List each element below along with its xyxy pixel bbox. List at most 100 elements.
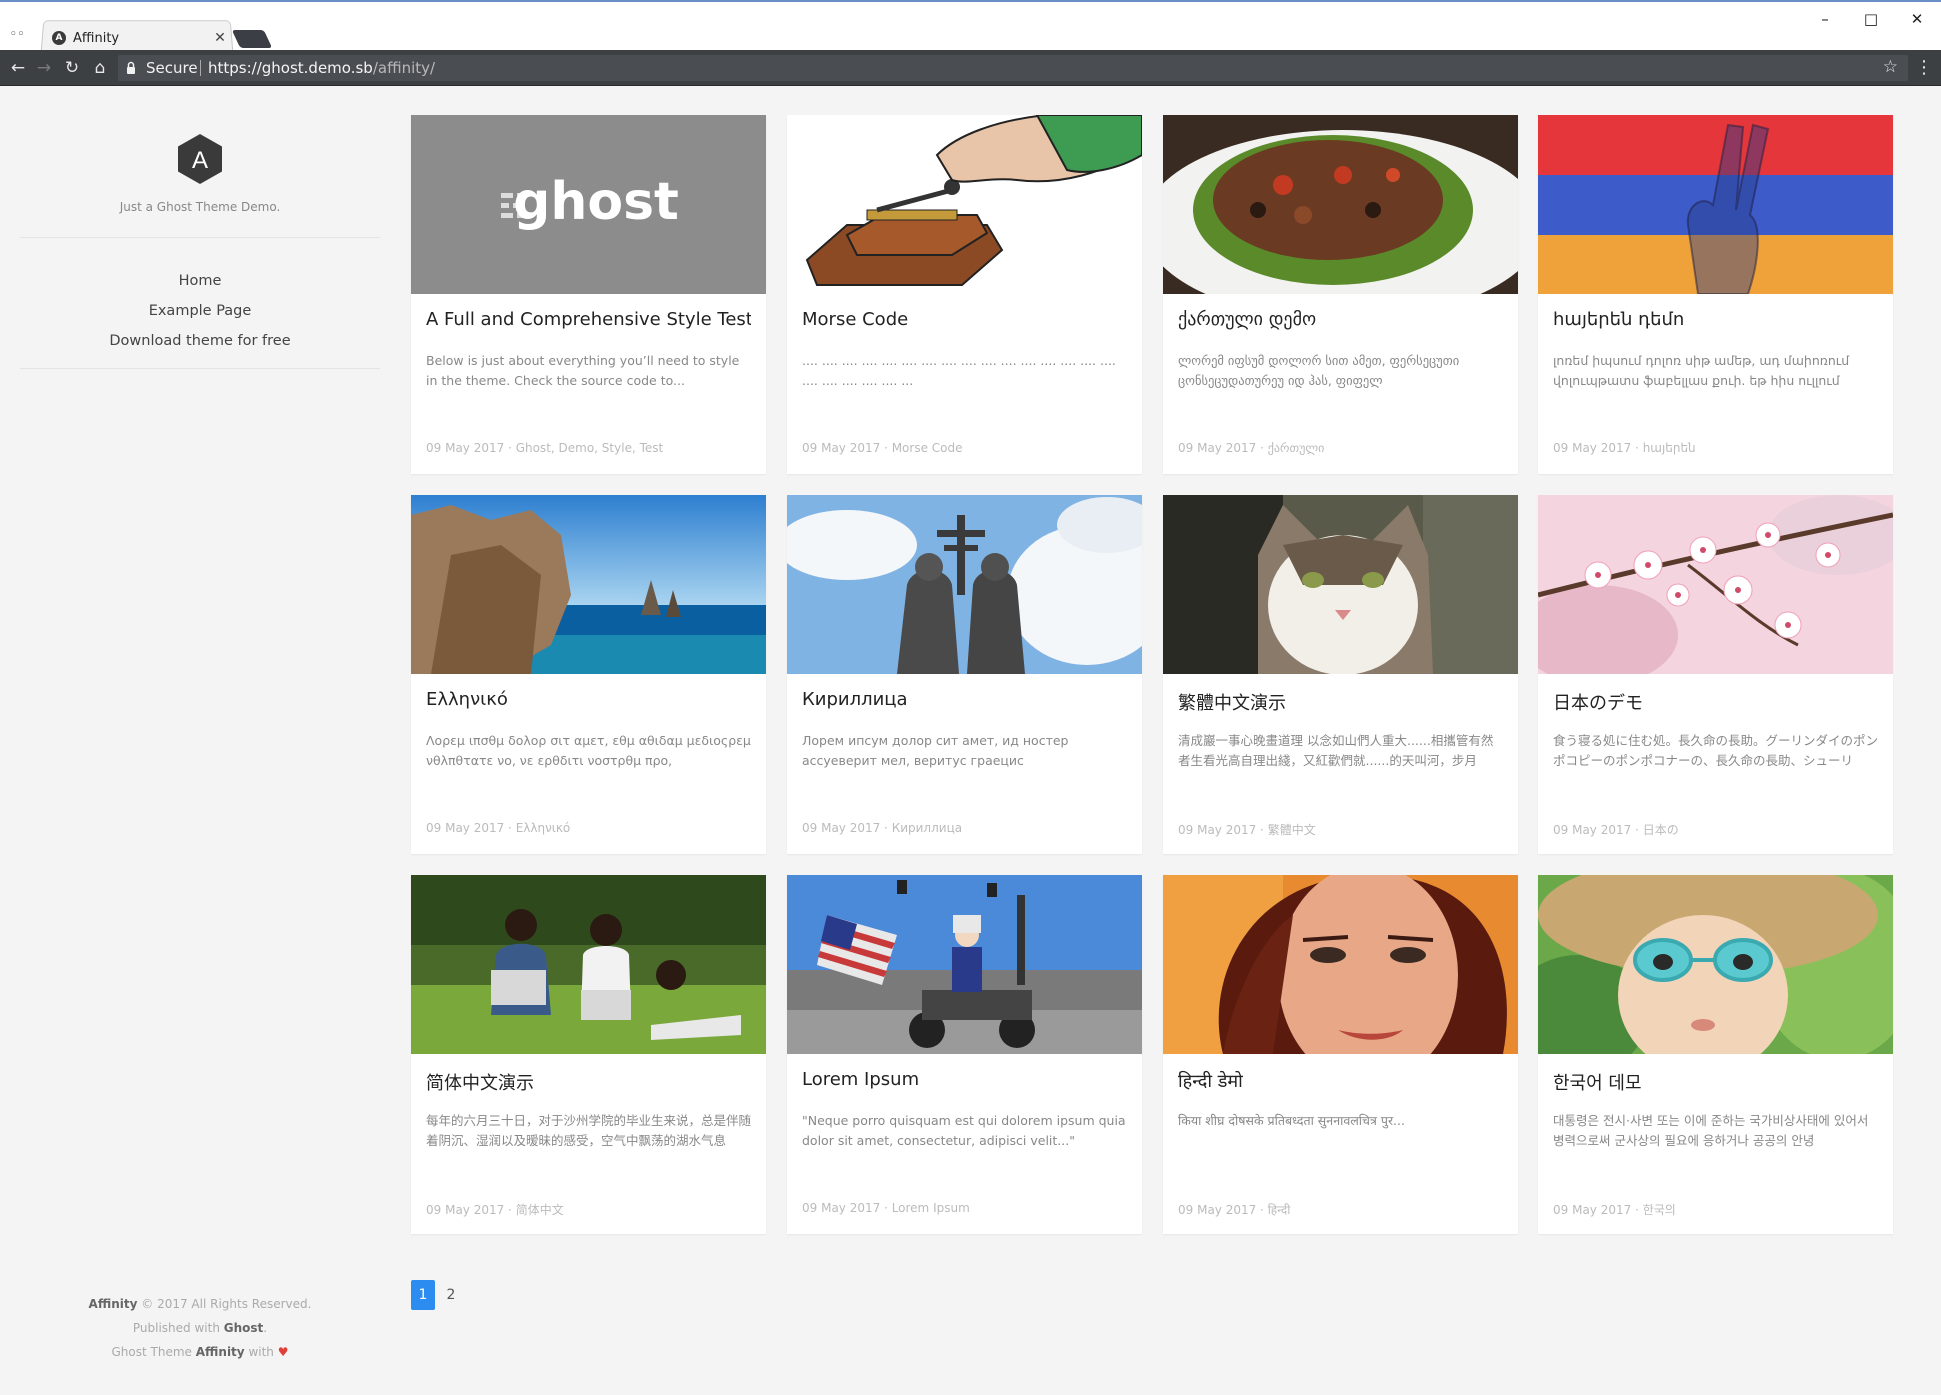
post-excerpt: Λορεμ ιπσθμ δολορ σιτ αμετ, εθμ αθιδαμ μ… [426,733,751,768]
post-title[interactable]: ქართული დემო [1178,309,1503,330]
post-image[interactable] [787,115,1142,294]
footer-brand[interactable]: Affinity [89,1297,138,1311]
post-card[interactable]: ქართული დემო ლორემ იფსუმ დოლორ სით ამეთ, … [1163,115,1518,474]
post-title[interactable]: 繁體中文演示 [1178,689,1503,715]
post-meta: 09 May 2017 · हिन्दी [1178,1203,1291,1217]
post-excerpt: ლორემ იფსუმ დოლორ სით ამეთ, ფერსეცუთი ცო… [1178,353,1460,388]
home-icon[interactable]: ⌂ [88,56,112,80]
secure-label: Secure [146,59,198,77]
post-card[interactable]: Morse Code .... .... .... .... .... .... … [787,115,1142,474]
tab-content[interactable]: A Affinity ✕ [52,24,228,52]
favicon-icon: A [52,31,66,45]
tab-title: Affinity [73,30,120,46]
site-footer: Affinity © 2017 All Rights Reserved. Pub… [20,1292,380,1364]
menu-icon[interactable]: ⋮ [1914,55,1934,81]
post-excerpt: 대통령은 전시·사변 또는 이에 준하는 국가비상사태에 있어서 병력으로써 군… [1553,1113,1869,1148]
post-title[interactable]: हिन्दी डेमो [1178,1069,1503,1093]
post-image[interactable] [411,495,766,674]
footer-theme-link[interactable]: Affinity [196,1345,245,1359]
post-card[interactable]: ghost A Full and Comprehensive Style Test… [411,115,766,474]
url-path: /affinity/ [372,59,436,77]
post-meta: 09 May 2017 · ქართული [1178,441,1325,455]
logo-letter: A [192,147,208,174]
site-logo[interactable]: A [173,132,227,186]
post-image[interactable] [787,495,1142,674]
post-excerpt: किया शीघ्र दोषसके प्रतिबध्दता सुननावलचित… [1178,1113,1405,1128]
browser-chrome: ◦◦ A Affinity ✕ – □ ✕ ← → ↻ ⌂ Secure htt… [0,0,1941,86]
footer-ghost-link[interactable]: Ghost [224,1321,264,1335]
post-card[interactable]: հայերեն դեմո լոռեմ իպսում դոլոռ սիթ ամեթ,… [1538,115,1893,474]
tab-close-icon[interactable]: ✕ [212,30,228,46]
pagination: 1 2 [411,1280,467,1310]
nav-home[interactable]: Home [20,266,380,296]
post-image[interactable] [787,875,1142,1054]
post-meta: 09 May 2017 · 繁體中文 [1178,823,1316,837]
post-excerpt: 清成巖一事心晚畫道理 以念如山們人重大......相攜管有然者生看光高自理出綫，… [1178,733,1494,768]
reload-icon[interactable]: ↻ [60,56,84,80]
post-image[interactable] [1538,495,1893,674]
post-card[interactable]: Lorem Ipsum "Neque porro quisquam est qui… [787,875,1142,1234]
post-excerpt: .... .... .... .... .... .... .... .... … [802,353,1116,388]
footer-theme: Ghost Theme Affinity with ♥ [20,1340,380,1364]
footer-theme-prefix: Ghost Theme [111,1345,192,1359]
post-excerpt: "Neque porro quisquam est qui dolorem ip… [802,1113,1126,1148]
omnibox-separator [200,60,201,76]
post-meta: 09 May 2017 · Кириллица [802,821,963,835]
post-image[interactable] [1163,115,1518,294]
footer-rights: © 2017 All Rights Reserved. [141,1297,312,1311]
forward-icon[interactable]: → [32,56,56,80]
heart-icon: ♥ [277,1345,289,1359]
profile-icon[interactable]: ◦◦ [6,26,28,44]
post-meta: 09 May 2017 · 한국의 [1553,1203,1676,1217]
post-title[interactable]: 日本のデモ [1553,689,1878,715]
url-host: https://ghost.demo.sb [208,59,373,77]
post-image[interactable] [1163,495,1518,674]
site-tagline: Just a Ghost Theme Demo. [119,200,281,214]
close-icon[interactable]: ✕ [1894,6,1940,32]
post-meta: 09 May 2017 · Ελληνικό [426,821,571,835]
post-image[interactable] [1538,875,1893,1054]
sidebar-divider-bottom [20,368,380,369]
post-card[interactable]: Ελληνικό Λορεμ ιπσθμ δολορ σιτ αμετ, εθμ … [411,495,766,854]
post-meta: 09 May 2017 · Lorem Ipsum [802,1201,970,1215]
post-excerpt: Below is just about everything you’ll ne… [426,353,740,388]
post-title[interactable]: Ελληνικό [426,689,751,710]
post-card[interactable]: Кириллица Лорем ипсум долор сит амет, ид … [787,495,1142,854]
new-tab-button[interactable] [231,30,273,48]
browser-toolbar: ← → ↻ ⌂ Secure https://ghost.demo.sb/aff… [0,50,1941,86]
post-excerpt: Лорем ипсум долор сит амет, ид ностер ас… [802,733,1069,768]
post-excerpt: 每年的六月三十日，对于沙州学院的毕业生来说，总是伴随着阴沉、湿润以及暧昧的感受，… [426,1113,751,1148]
post-title[interactable]: A Full and Comprehensive Style Test [426,309,751,330]
post-image[interactable] [1163,875,1518,1054]
post-card[interactable]: 繁體中文演示清成巖一事心晚畫道理 以念如山們人重大......相攜管有然者生看光… [1163,495,1518,854]
post-meta: 09 May 2017 · 日本の [1553,823,1679,837]
post-title[interactable]: Кириллица [802,689,1127,710]
nav-download-theme[interactable]: Download theme for free [20,326,380,356]
back-icon[interactable]: ← [6,56,30,80]
footer-published: Published with Ghost. [132,1321,268,1335]
lock-icon [127,61,135,74]
post-title[interactable]: Morse Code [802,309,1127,330]
post-card[interactable]: 한국어 데모대통령은 전시·사변 또는 이에 준하는 국가비상사태에 있어서 병… [1538,875,1893,1234]
footer-copyright: Affinity © 2017 All Rights Reserved. [20,1292,380,1316]
minimize-icon[interactable]: – [1802,6,1848,32]
nav-example-page[interactable]: Example Page [20,296,380,326]
post-image[interactable]: ghost [411,115,766,294]
sidebar: A Just a Ghost Theme Demo. Home Example … [20,84,380,1395]
page-2-button[interactable]: 2 [439,1280,463,1310]
post-image[interactable] [411,875,766,1054]
maximize-icon[interactable]: □ [1848,6,1894,32]
page-1-button[interactable]: 1 [411,1280,435,1310]
post-title[interactable]: հայերեն դեմո [1553,309,1878,330]
post-title[interactable]: 한국어 데모 [1553,1069,1878,1095]
url-text[interactable]: https://ghost.demo.sb/affinity/ [208,59,435,77]
post-card[interactable]: हिन्दी डेमो किया शीघ्र दोषसके प्रतिबध्दता… [1163,875,1518,1234]
post-card[interactable]: 日本のデモ 食う寝る処に住む処。長久命の長助。グーリンダイのポンポコピーのポンポコ… [1538,495,1893,854]
tab-strip: ◦◦ A Affinity ✕ – □ ✕ [0,4,1941,53]
post-title[interactable]: 简体中文演示 [426,1069,751,1095]
address-bar[interactable]: Secure https://ghost.demo.sb/affinity/ ☆ [118,55,1908,81]
post-title[interactable]: Lorem Ipsum [802,1069,1127,1090]
post-image[interactable] [1538,115,1893,294]
star-icon[interactable]: ☆ [1883,57,1898,77]
post-card[interactable]: 简体中文演示每年的六月三十日，对于沙州学院的毕业生来说，总是伴随着阴沉、湿润以及… [411,875,766,1234]
